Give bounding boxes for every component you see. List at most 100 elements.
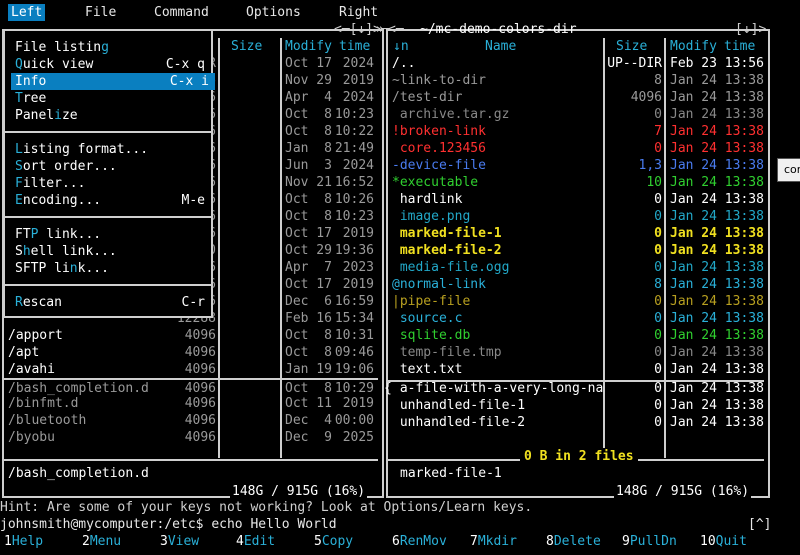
file-date: Jan 24 13:38	[670, 328, 764, 343]
file-size: 0	[654, 398, 662, 413]
table-row[interactable]: unhandled-file-1 0 Jan 24 13:38	[388, 397, 764, 414]
table-row[interactable]: { a-file-with-a-very-long-na 0 Jan 24 13:3…	[384, 380, 764, 397]
menu-item-hotkey: n	[69, 261, 78, 276]
command-line[interactable]: johnsmith@mycomputer:/etc$ echo Hello Wo…	[0, 516, 771, 533]
table-row[interactable]: @normal-link 8 Jan 24 13:38	[388, 276, 764, 293]
fkey-renmov-button[interactable]: 6RenMov	[392, 533, 447, 550]
fkey-delete-button[interactable]: 8Delete	[546, 533, 601, 550]
menu-left[interactable]: Left	[8, 4, 46, 21]
table-row[interactable]: archive.tar.gz 0 Jan 24 13:38	[388, 106, 764, 123]
fkey-edit-button[interactable]: 4Edit	[236, 533, 275, 550]
table-row[interactable]: -device-file 1,3 Jan 24 13:38	[388, 157, 764, 174]
table-row[interactable]: source.c 0 Jan 24 13:38	[388, 310, 764, 327]
fkey-menu-button[interactable]: 2Menu	[82, 533, 121, 550]
menu-item-listing-format[interactable]: Listing format...	[15, 141, 211, 158]
fkey-view-button[interactable]: 3View	[160, 533, 199, 550]
fkey-copy-button[interactable]: 5Copy	[314, 533, 353, 550]
table-row[interactable]: /test-dir 4096 Jan 24 13:38	[388, 89, 764, 106]
table-row[interactable]: temp-file.tmp 0 Jan 24 13:38	[388, 344, 764, 361]
fkey-pulldn-button[interactable]: 9PullDn	[622, 533, 677, 550]
table-row[interactable]: |pipe-file 0 Jan 24 13:38	[388, 293, 764, 310]
file-size: 4096	[184, 430, 216, 445]
table-row[interactable]: sqlite.db 0 Jan 24 13:38	[388, 327, 764, 344]
left-col-modify[interactable]: Modify	[285, 38, 332, 55]
table-row[interactable]: ~link-to-dir 8 Jan 24 13:38	[388, 72, 764, 89]
menu-item-shell-link[interactable]: Shell link...	[15, 243, 211, 260]
file-date: Jan 24 13:38	[670, 260, 764, 275]
left-col-size[interactable]: Size	[231, 38, 262, 55]
table-row[interactable]: unhandled-file-2 0 Jan 24 13:38	[388, 414, 764, 431]
fkey-quit-button[interactable]: 10Quit	[700, 533, 747, 550]
table-row[interactable]: *executable 10 Jan 24 13:38	[388, 174, 764, 191]
file-date: Oct 8	[285, 124, 332, 139]
table-row[interactable]: image.png 0 Jan 24 13:38	[388, 208, 764, 225]
right-disk-usage: 148G / 915G (16%)	[614, 483, 752, 500]
file-size: 4096	[184, 345, 216, 360]
menu-item-sort-order[interactable]: Sort order...	[15, 158, 211, 175]
command-prompt[interactable]: johnsmith@mycomputer:/etc$ echo Hello Wo…	[0, 516, 337, 533]
table-row[interactable]: /byobu 4096 Dec 9 2025	[4, 429, 378, 446]
table-row[interactable]: core.123456 0 Jan 24 13:38	[388, 140, 764, 157]
table-row[interactable]: /apport 4096 Oct 8 10:31	[4, 327, 378, 344]
right-panel-controls[interactable]: [↓]>	[735, 21, 766, 38]
menu-item-encoding[interactable]: Encoding... M-e	[15, 192, 211, 209]
right-col-size[interactable]: Size	[616, 38, 647, 55]
file-date: Jan 24 13:38	[670, 192, 764, 207]
truncation-marker: {	[384, 381, 392, 396]
table-row[interactable]: marked-file-2 0 Jan 24 13:38	[388, 242, 764, 259]
table-row[interactable]: !broken-link 7 Jan 24 13:38	[388, 123, 764, 140]
table-row[interactable]: /binfmt.d 4096 Oct 11 2019	[4, 395, 378, 412]
file-date: Jan 24 13:38	[670, 415, 764, 430]
menu-file[interactable]: File	[82, 4, 119, 21]
file-name: ~link-to-dir	[392, 73, 486, 88]
table-row[interactable]: /avahi 4096 Jan 19 19:06	[4, 361, 378, 378]
table-row[interactable]: text.txt 0 Jan 24 13:38	[388, 361, 764, 378]
menu-item-info[interactable]: Info C-x i	[11, 73, 215, 90]
left-disk-usage: 148G / 915G (16%)	[230, 483, 368, 500]
table-row[interactable]: media-file.ogg 0 Jan 24 13:38	[388, 259, 764, 276]
fkey-help-button[interactable]: 1Help	[4, 533, 43, 550]
table-row[interactable]: hardlink 0 Jan 24 13:38	[388, 191, 764, 208]
file-date: Oct 29	[285, 243, 332, 258]
right-col-name[interactable]: Name	[485, 38, 516, 55]
menu-item-label: S	[15, 244, 23, 259]
menu-options[interactable]: Options	[243, 4, 304, 21]
table-row[interactable]: /bluetooth 4096 Dec 4 00:00	[4, 412, 378, 429]
menu-item-rescan[interactable]: Rescan C-r	[15, 294, 211, 311]
fkey-mkdir-button[interactable]: 7Mkdir	[470, 533, 517, 550]
table-row[interactable]: /.. UP--DIR Feb 23 13:56	[388, 55, 764, 72]
file-name: media-file.ogg	[392, 260, 510, 275]
file-date: Jan 24 13:38	[670, 158, 764, 173]
right-col-sort[interactable]: ↓n	[393, 38, 409, 55]
menu-item-panelize[interactable]: Panelize	[15, 107, 211, 124]
left-menu-dropdown: File listing Quick view C-x q Info C-x i Tree…	[3, 29, 215, 318]
menu-item-label: FT	[15, 227, 31, 242]
menu-item-quick-view[interactable]: Quick view C-x q	[15, 56, 211, 73]
menu-command[interactable]: Command	[151, 4, 212, 21]
file-time: 2019	[342, 226, 374, 241]
right-col-modify[interactable]: Modify	[670, 38, 717, 55]
menu-item-filter[interactable]: Filter...	[15, 175, 211, 192]
subshell-indicator[interactable]: [^]	[748, 516, 771, 533]
table-row[interactable]: /apt 4096 Oct 8 09:46	[4, 344, 378, 361]
menu-item-tree[interactable]: Tree	[15, 90, 211, 107]
menu-item-ftp-link[interactable]: FTP link...	[15, 226, 211, 243]
file-size: 4096	[184, 328, 216, 343]
fkey-number: 4	[236, 534, 244, 549]
file-name: a-file-with-a-very-long-na	[392, 381, 604, 396]
file-date: Jun 3	[285, 158, 332, 173]
fkey-label: Edit	[243, 534, 276, 549]
left-col-time[interactable]: time	[339, 38, 370, 55]
file-name: |pipe-file	[392, 294, 471, 309]
menu-item-label: ncoding...	[22, 193, 102, 208]
menu-item-hotkey: g	[101, 40, 109, 55]
file-date: Jan 24 13:38	[670, 107, 764, 122]
file-date: Oct 17	[285, 277, 332, 292]
file-size: 8	[654, 73, 662, 88]
right-col-time[interactable]: time	[724, 38, 755, 55]
menu-item-sftp-link[interactable]: SFTP link...	[15, 260, 211, 277]
right-panel-left-controls[interactable]: <─	[388, 21, 404, 38]
menu-right[interactable]: Right	[336, 4, 381, 21]
table-row[interactable]: marked-file-1 0 Jan 24 13:38	[388, 225, 764, 242]
menu-item-file-listing[interactable]: File listing	[15, 39, 211, 56]
